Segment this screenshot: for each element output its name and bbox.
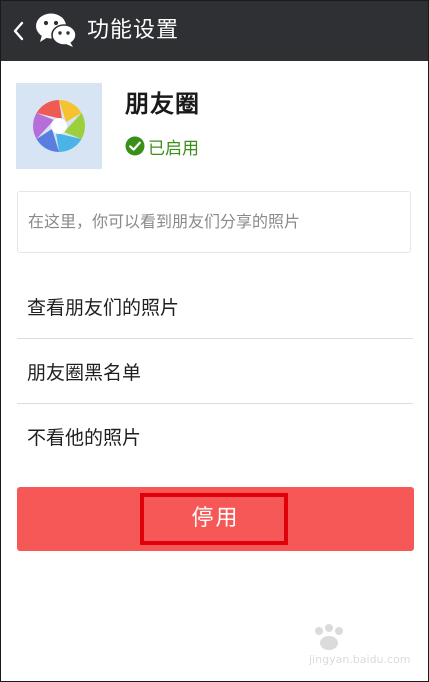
paw-watermark-icon: [315, 624, 343, 650]
chevron-left-icon: [13, 21, 24, 41]
wechat-icon: [36, 13, 77, 47]
watermark-text: jingyan.baidu.com: [309, 653, 411, 666]
menu-item-hide-photos[interactable]: 不看他的照片: [17, 405, 413, 469]
app-icon-tile: [16, 83, 102, 169]
watermark: jingyan.baidu.com: [309, 623, 421, 673]
disable-button-label: 停用: [191, 506, 240, 531]
menu-item-label: 朋友圈黑名单: [27, 362, 142, 384]
menu-item-blacklist[interactable]: 朋友圈黑名单: [17, 340, 413, 404]
menu-item-label: 不看他的照片: [27, 427, 142, 449]
app-name: 朋友圈: [125, 90, 200, 118]
title-bar: 功能设置: [1, 1, 428, 61]
menu-item-view-photos[interactable]: 查看朋友们的照片: [17, 275, 413, 339]
check-circle-icon: [125, 136, 145, 156]
page-title: 功能设置: [87, 18, 180, 43]
status-badge: 已启用: [125, 133, 199, 159]
disable-button[interactable]: 停用: [17, 487, 414, 551]
back-button[interactable]: [7, 13, 31, 49]
description-text: 在这里，你可以看到朋友们分享的照片: [28, 212, 301, 231]
status-text: 已启用: [148, 138, 199, 159]
screen: 功能设置 朋友圈 已启用 在这里，你可以看到朋友们分享的照片 查看朋友们的照片: [0, 0, 429, 682]
menu-item-label: 查看朋友们的照片: [27, 297, 180, 319]
aperture-icon: [33, 100, 85, 152]
description-box: 在这里，你可以看到朋友们分享的照片: [17, 191, 411, 253]
